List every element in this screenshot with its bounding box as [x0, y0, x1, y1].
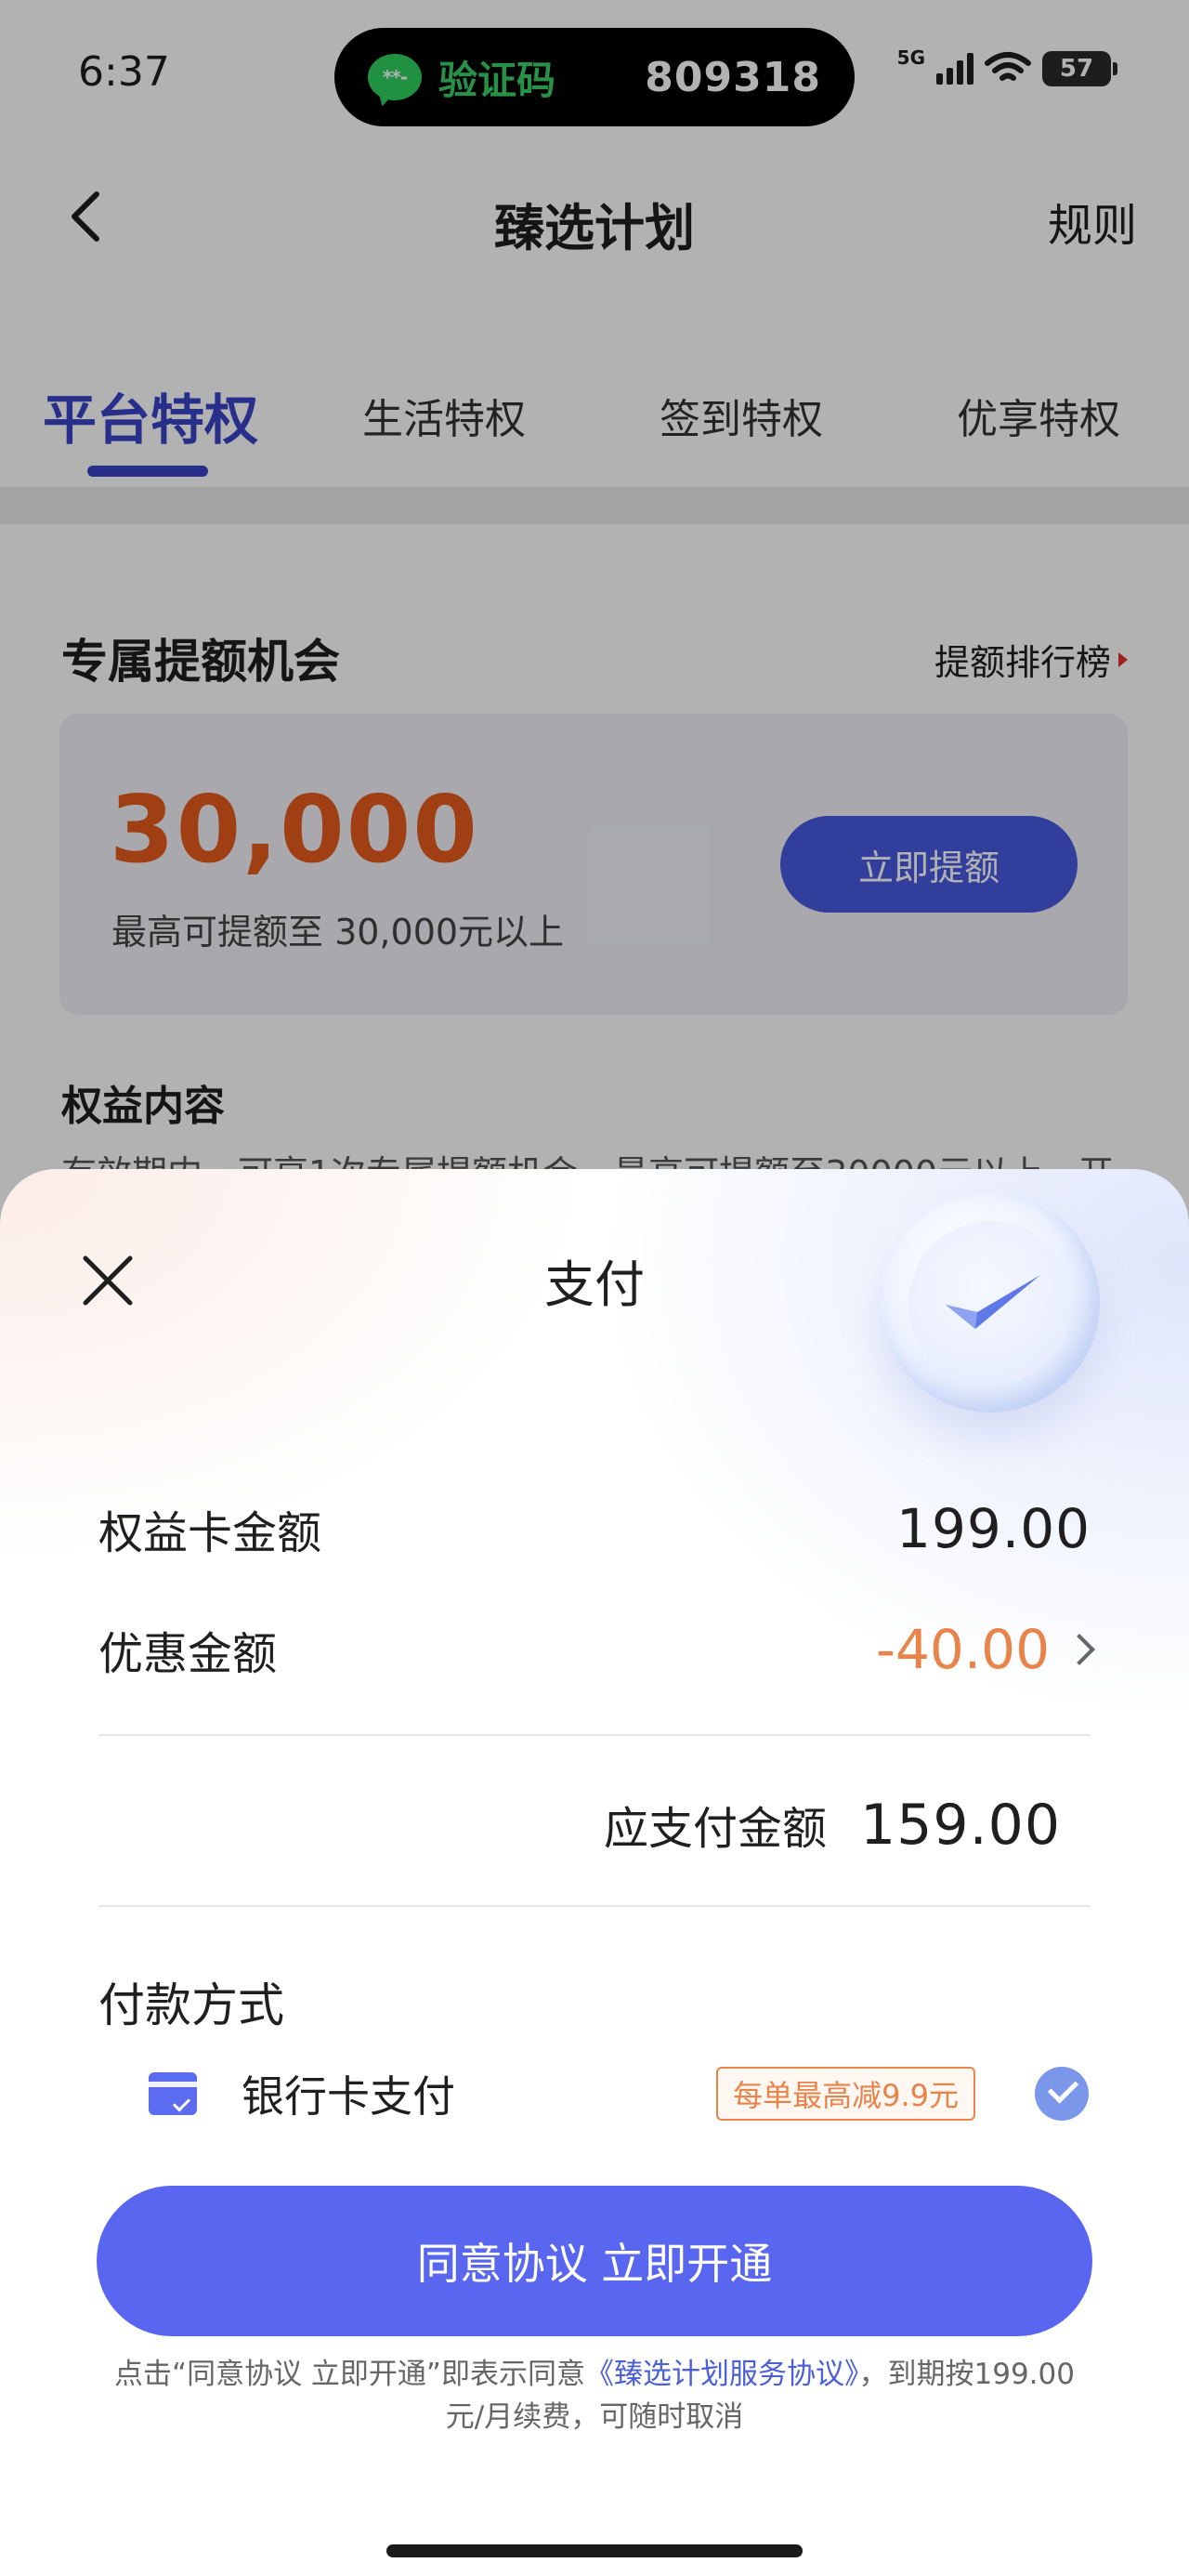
discount-value: -40.00 — [876, 1618, 1050, 1681]
divider — [98, 1734, 1091, 1736]
payment-sheet: 支付 权益卡金额 199.00 优惠金额 -40.00 应支付金额 159.00… — [0, 1169, 1189, 2576]
home-indicator[interactable] — [386, 2544, 803, 2557]
bank-card-icon — [149, 2072, 197, 2115]
bank-card-label: 银行卡支付 — [242, 2071, 455, 2122]
service-agreement-link[interactable]: 《臻选计划服务协议》 — [585, 2358, 859, 2391]
divider — [98, 1905, 1091, 1907]
checkmark-icon — [946, 1275, 1040, 1329]
selected-check-icon[interactable] — [1035, 2067, 1089, 2121]
legal-notice: 点击“同意协议 立即开通”即表示同意《臻选计划服务协议》，到期按199.00元/… — [111, 2353, 1078, 2438]
legal-prefix: 点击“同意协议 立即开通”即表示同意 — [114, 2358, 585, 2391]
payable-row: 应支付金额 159.00 — [604, 1792, 1061, 1858]
bank-card-option[interactable]: 银行卡支付 每单最高减9.9元 — [149, 2061, 1089, 2126]
agree-activate-button[interactable]: 同意协议 立即开通 — [97, 2186, 1092, 2336]
chevron-right-icon — [1064, 1634, 1095, 1665]
card-amount-row: 权益卡金额 199.00 — [98, 1496, 1091, 1561]
payment-method-title: 付款方式 — [98, 1978, 284, 2032]
card-amount-label: 权益卡金额 — [98, 1507, 322, 1559]
discount-row[interactable]: 优惠金额 -40.00 — [98, 1617, 1095, 1682]
card-amount-value: 199.00 — [896, 1497, 1091, 1560]
success-coin-icon — [881, 1193, 1100, 1413]
promo-badge: 每单最高减9.9元 — [716, 2067, 975, 2121]
payable-label: 应支付金额 — [604, 1803, 828, 1855]
payable-value: 159.00 — [860, 1793, 1061, 1858]
discount-value-group: -40.00 — [876, 1618, 1095, 1681]
discount-label: 优惠金额 — [98, 1628, 278, 1680]
